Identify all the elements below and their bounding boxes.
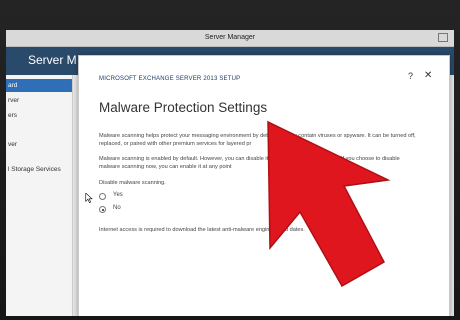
radio-yes[interactable] [99,193,106,200]
sidebar-item-file-storage-services[interactable]: l Storage Services [6,163,72,176]
description-paragraph: Malware scanning helps protect your mess… [99,133,416,147]
default-info-paragraph: Malware scanning is enabled by default. … [99,156,400,170]
header-title: Server M [28,53,77,67]
page-title: Malware Protection Settings [99,100,268,115]
radio-no-label: No [113,205,121,211]
window-title: Server Manager [204,34,256,41]
sidebar-item-dashboard[interactable]: ard [6,79,72,92]
sidebar-item-server[interactable]: ver [6,138,72,151]
radio-yes-label: Yes [113,192,123,198]
disable-malware-label: Disable malware scanning. [99,180,166,186]
sidebar-nav: ard rver ers ver l Storage Services [6,75,73,316]
mouse-pointer-icon [85,193,93,203]
internet-access-note: Internet access is required to download … [99,227,305,233]
help-icon[interactable]: ? [408,71,413,81]
close-icon[interactable]: ✕ [424,70,432,81]
screen: Server Manager Server M ard rver ers ver… [6,30,454,316]
sidebar-item-local-server[interactable]: rver [6,94,72,107]
dialog-caption: MICROSOFT EXCHANGE SERVER 2013 SETUP [99,76,241,82]
sidebar-item-all-servers[interactable]: ers [6,109,72,122]
maximize-icon[interactable] [438,33,448,42]
radio-no[interactable] [99,206,106,213]
setup-dialog: MICROSOFT EXCHANGE SERVER 2013 SETUP ? ✕… [78,55,450,316]
server-manager-titlebar: Server Manager [6,30,454,47]
